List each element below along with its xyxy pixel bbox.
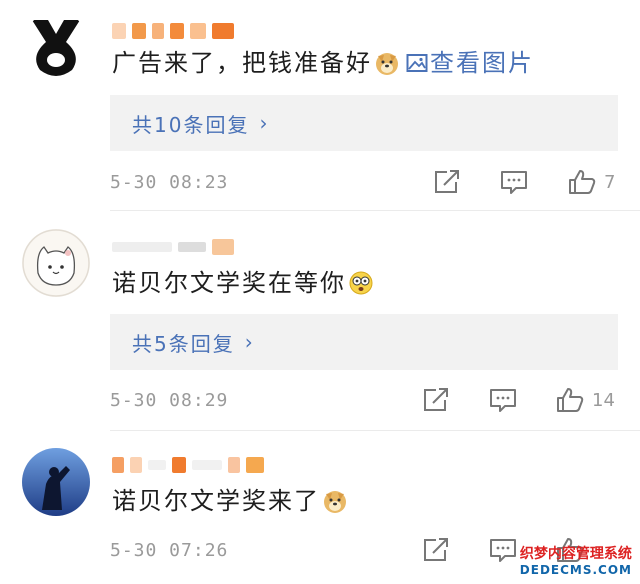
site-watermark: 织梦内容管理系统 DEDECMS.COM xyxy=(520,546,632,578)
like-button[interactable]: 14 xyxy=(556,385,615,415)
chevron-right-icon: › xyxy=(244,330,255,354)
timestamp: 5-30 07:26 xyxy=(110,539,229,561)
thumbs-up-icon xyxy=(569,170,596,194)
reply-count-label: 共5条回复 xyxy=(132,331,235,356)
view-picture-link[interactable]: 查看图片 xyxy=(406,48,534,78)
reply-count-label: 共10条回复 xyxy=(132,112,250,137)
comment-icon xyxy=(490,539,516,562)
comment-button[interactable] xyxy=(489,535,517,565)
timestamp: 5-30 08:23 xyxy=(110,171,229,193)
username-commenter-3[interactable] xyxy=(112,454,264,476)
share-icon xyxy=(424,538,448,561)
share-button[interactable] xyxy=(422,385,450,415)
comment-meta-2: 5-30 08:29 14 xyxy=(110,385,630,415)
divider xyxy=(110,430,640,431)
username-commenter-2[interactable] xyxy=(112,236,234,258)
comment-body: 诺贝尔文学奖在等你 xyxy=(112,269,346,297)
doge-emoji-icon xyxy=(324,491,346,513)
reply-thread-link-2[interactable]: 共5条回复 › xyxy=(110,314,618,370)
comment-button[interactable] xyxy=(500,167,528,197)
chevron-right-icon: › xyxy=(259,111,270,135)
comment-button[interactable] xyxy=(489,385,517,415)
watermark-line-2: DEDECMS.COM xyxy=(519,563,632,577)
comment-icon xyxy=(490,389,516,412)
view-picture-label: 查看图片 xyxy=(430,49,534,77)
image-icon xyxy=(406,54,428,72)
doge-emoji-icon xyxy=(376,53,398,75)
watermark-line-1: 织梦内容管理系统 xyxy=(519,546,632,562)
share-icon xyxy=(435,170,459,193)
share-icon xyxy=(424,388,448,411)
comment-text-1: 广告来了，把钱准备好 查看图片 xyxy=(112,48,534,78)
thumbs-up-icon xyxy=(557,388,584,412)
like-button[interactable]: 7 xyxy=(568,167,615,197)
comment-text-2: 诺贝尔文学奖在等你 xyxy=(112,268,374,298)
avatar-commenter-1[interactable] xyxy=(22,12,90,80)
username-commenter-1[interactable] xyxy=(112,20,234,42)
divider xyxy=(110,210,640,211)
avatar-commenter-2[interactable] xyxy=(22,229,90,297)
comment-body: 广告来了，把钱准备好 xyxy=(112,49,372,77)
avatar-commenter-3[interactable] xyxy=(22,448,90,516)
comment-icon xyxy=(501,171,527,194)
share-button[interactable] xyxy=(422,535,450,565)
timestamp: 5-30 08:29 xyxy=(110,389,229,411)
like-count: 14 xyxy=(592,389,615,411)
comment-body: 诺贝尔文学奖来了 xyxy=(112,487,320,515)
shocked-face-emoji-icon xyxy=(349,271,373,295)
like-count: 7 xyxy=(604,171,616,193)
reply-thread-link-1[interactable]: 共10条回复 › xyxy=(110,95,618,151)
comment-meta-1: 5-30 08:23 7 xyxy=(110,167,630,197)
comment-text-3: 诺贝尔文学奖来了 xyxy=(112,486,348,516)
share-button[interactable] xyxy=(433,167,461,197)
